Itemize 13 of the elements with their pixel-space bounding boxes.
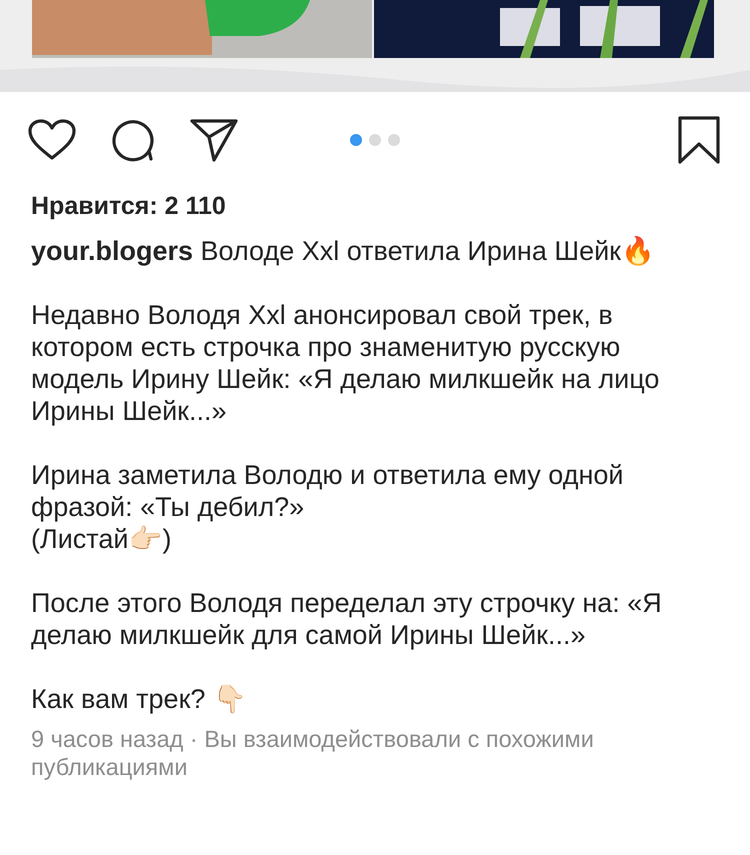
caption-text: Как вам трек? 👇🏻 — [31, 683, 248, 715]
comment-icon[interactable] — [110, 118, 156, 162]
username-link[interactable]: your.blogers — [31, 236, 194, 266]
likes-count[interactable]: Нравится: 2 110 — [31, 192, 226, 221]
heart-icon[interactable] — [28, 119, 76, 161]
caption-text: Володе Xxl ответила Ирина Шейк🔥 — [200, 236, 655, 266]
caption-text: Недавно Володя Xxl анонсировал свой трек, в котором есть строчка про знаменитую русскую модель Ирину Шейк: «Я делаю милкшейк на лицо Ирины Шейк...» — [31, 299, 660, 427]
post-meta: 9 часов назад · Вы взаимодействовали с похожими публикациями — [31, 725, 595, 781]
bookmark-icon[interactable] — [678, 116, 720, 164]
caption-text: (Листай👉🏻) — [31, 523, 172, 555]
send-icon[interactable] — [190, 118, 238, 162]
caption-text: Ирина заметила Володю и ответила ему одной фразой: «Ты дебил?» — [31, 459, 624, 523]
caption-text: После этого Володя переделал эту строчку на: «Я делаю милкшейк для самой Ирины Шейк...» — [31, 587, 663, 651]
